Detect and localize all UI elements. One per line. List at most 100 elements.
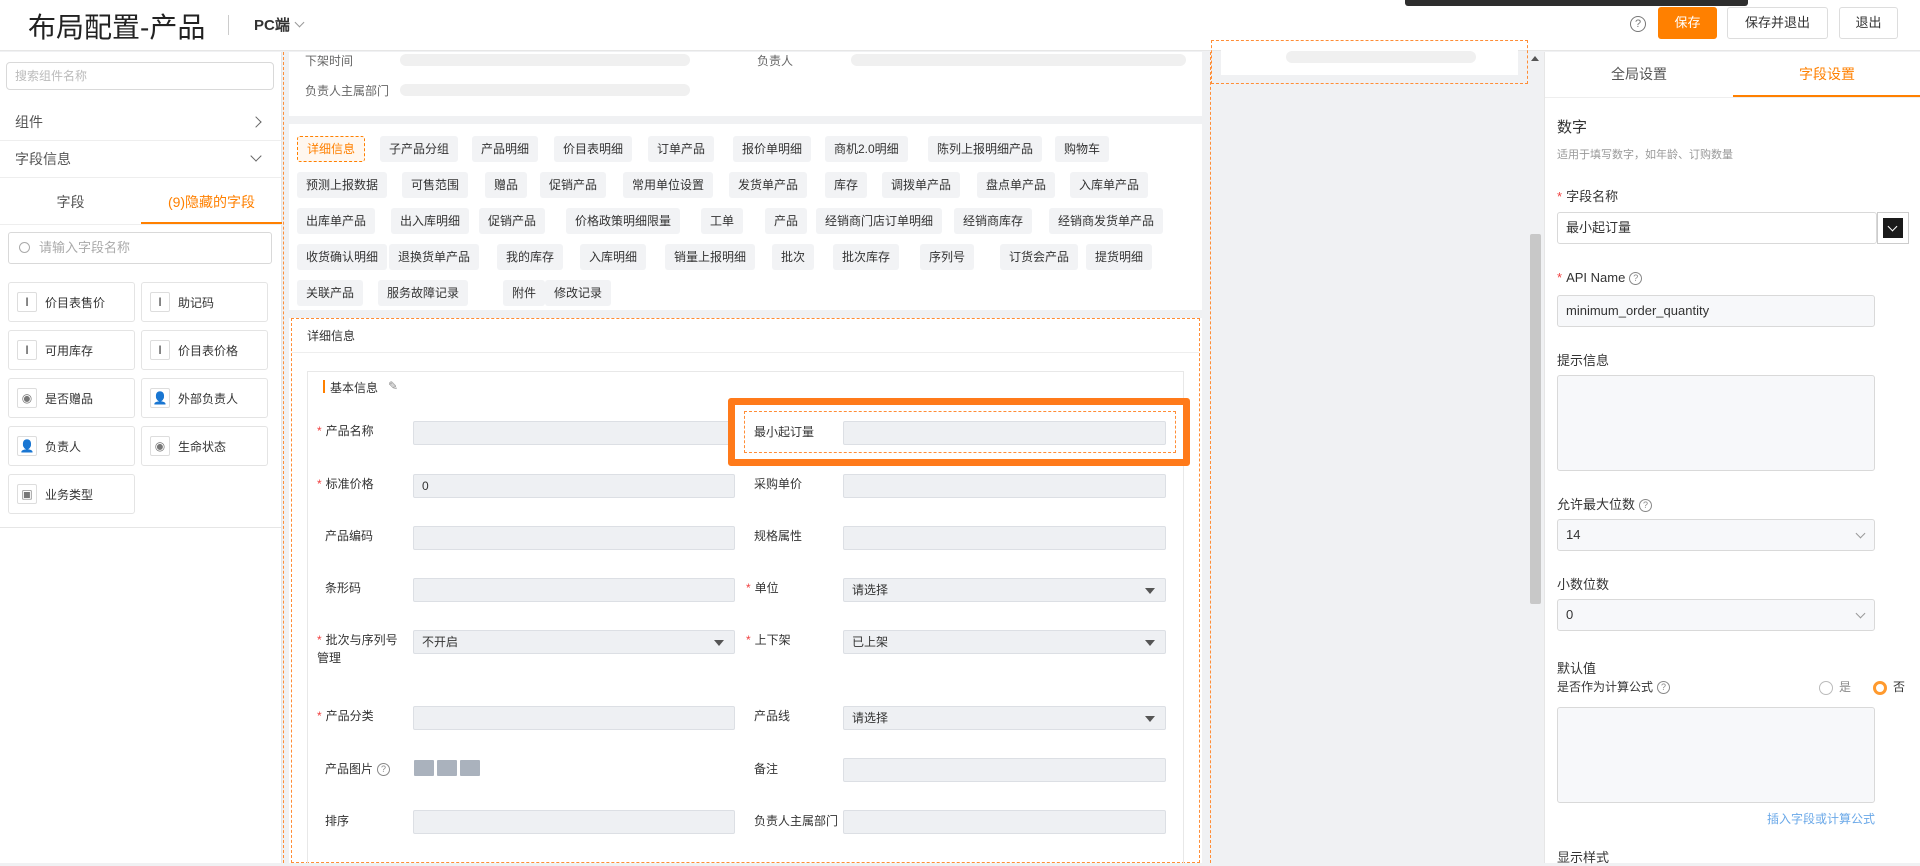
related-tab-tag[interactable]: 促销产品 — [540, 172, 607, 198]
related-tab-tag[interactable]: 预测上报数据 — [297, 172, 388, 198]
hint-textarea[interactable] — [1557, 375, 1875, 471]
edit-icon[interactable]: ✎ — [388, 379, 398, 393]
field-label-purchase-price: 采购单价 — [754, 477, 803, 491]
field-info-section[interactable]: 字段信息 — [0, 141, 282, 178]
related-tab-tag[interactable]: 收货确认明细 — [297, 244, 388, 270]
components-section-label: 组件 — [15, 114, 43, 130]
barcode-input[interactable] — [413, 578, 735, 602]
std-price-input[interactable]: 0 — [413, 474, 735, 498]
related-tab-tag[interactable]: 关联产品 — [297, 280, 364, 306]
field-label-barcode: 条形码 — [325, 581, 362, 595]
related-tab-tag[interactable]: 订货会产品 — [1000, 244, 1079, 270]
related-tab-tag[interactable]: 商机2.0明细 — [825, 136, 908, 162]
batch-select[interactable]: 不开启 — [413, 630, 735, 654]
default-value-textarea[interactable] — [1557, 707, 1875, 803]
product-code-input[interactable] — [413, 526, 735, 550]
decimals-select[interactable]: 0 — [1557, 599, 1875, 631]
related-tab-tag[interactable]: 详细信息 — [297, 136, 366, 162]
related-tab-tag[interactable]: 销量上报明细 — [665, 244, 756, 270]
related-tab-tag[interactable]: 促销产品 — [479, 208, 546, 234]
related-tab-tag[interactable]: 批次库存 — [833, 244, 900, 270]
field-info-section-label: 字段信息 — [15, 151, 71, 167]
field-name-input[interactable]: 最小起订量 — [1557, 212, 1877, 244]
purchase-price-input[interactable] — [843, 474, 1166, 498]
related-tab-tag[interactable]: 盘点单产品 — [977, 172, 1056, 198]
field-chip[interactable]: ◉ 生命状态 — [141, 426, 268, 466]
api-name-label: * API Name? — [1557, 270, 1643, 286]
related-tab-tag[interactable]: 提货明细 — [1086, 244, 1153, 270]
related-tab-tag[interactable]: 经销商发货单产品 — [1049, 208, 1164, 234]
related-tab-tag[interactable]: 产品明细 — [472, 136, 539, 162]
tab-hidden-fields[interactable]: (9)隐藏的字段 — [141, 182, 282, 224]
insert-formula-link[interactable]: 插入字段或计算公式 — [1767, 810, 1875, 827]
spec-input[interactable] — [843, 526, 1166, 550]
related-tab-tag[interactable]: 退换货单产品 — [389, 244, 480, 270]
unit-select[interactable]: 请选择 — [843, 578, 1166, 602]
related-tab-tag[interactable]: 价目表明细 — [554, 136, 633, 162]
canvas-scrollbar[interactable] — [1530, 234, 1541, 604]
tab-fields[interactable]: 字段 — [0, 182, 141, 224]
related-tab-tag[interactable]: 产品 — [765, 208, 808, 234]
related-tab-tag[interactable]: 子产品分组 — [380, 136, 459, 162]
component-search-input[interactable]: 搜索组件名称 — [6, 62, 274, 90]
field-chip[interactable]: I 可用库存 — [8, 330, 135, 370]
save-exit-button[interactable]: 保存并退出 — [1727, 7, 1828, 39]
related-tab-tag[interactable]: 发货单产品 — [729, 172, 808, 198]
sort-input[interactable] — [413, 810, 735, 834]
max-digits-select[interactable]: 14 — [1557, 519, 1875, 551]
image-placeholders[interactable] — [414, 760, 483, 779]
related-tab-tag[interactable]: 服务故障记录 — [378, 280, 469, 306]
related-tab-tag[interactable]: 经销商库存 — [954, 208, 1033, 234]
related-tab-tag[interactable]: 工单 — [701, 208, 744, 234]
related-tab-tag[interactable]: 出库单产品 — [297, 208, 376, 234]
radio-yes[interactable]: 是 — [1819, 678, 1851, 695]
related-tab-tag[interactable]: 订单产品 — [648, 136, 715, 162]
field-type-icon: I — [150, 292, 170, 312]
related-tab-tag[interactable]: 库存 — [825, 172, 868, 198]
related-tab-tag[interactable]: 我的库存 — [497, 244, 564, 270]
help-icon[interactable]: ? — [1630, 16, 1646, 32]
field-chip[interactable]: 👤 负责人 — [8, 426, 135, 466]
related-tab-tag[interactable]: 可售范围 — [402, 172, 469, 198]
device-selector[interactable]: PC端 — [254, 14, 305, 35]
related-tab-tag[interactable]: 陈列上报明细产品 — [928, 136, 1043, 162]
related-tab-tag[interactable]: 经销商门店订单明细 — [816, 208, 943, 234]
related-tab-tag[interactable]: 入库单产品 — [1070, 172, 1149, 198]
radio-icon — [1819, 680, 1833, 695]
color-picker-button[interactable] — [1877, 212, 1909, 244]
related-tab-tag[interactable]: 价格政策明细限量 — [566, 208, 681, 234]
related-tab-tag[interactable]: 调拨单产品 — [882, 172, 961, 198]
field-chip[interactable]: I 价目表价格 — [141, 330, 268, 370]
related-tab-tag[interactable]: 赠品 — [485, 172, 528, 198]
field-search-input[interactable]: 请输入字段名称 — [8, 232, 272, 264]
tab-global-settings[interactable]: 全局设置 — [1545, 52, 1733, 97]
related-tab-tag[interactable]: 出入库明细 — [391, 208, 470, 234]
field-chip[interactable]: ▣ 业务类型 — [8, 474, 135, 514]
save-button[interactable]: 保存 — [1658, 7, 1717, 39]
related-tab-tag[interactable]: 批次 — [772, 244, 815, 270]
field-chip[interactable]: ◉ 是否赠品 — [8, 378, 135, 418]
owner-dept-input[interactable] — [843, 810, 1166, 834]
related-tab-tag[interactable]: 附件 — [503, 280, 546, 306]
related-tab-tag[interactable]: 入库明细 — [580, 244, 647, 270]
related-tab-tag[interactable]: 常用单位设置 — [623, 172, 714, 198]
related-tab-tag[interactable]: 报价单明细 — [733, 136, 812, 162]
related-tab-tag[interactable]: 序列号 — [920, 244, 975, 270]
product-name-input[interactable] — [413, 421, 735, 445]
tab-field-settings[interactable]: 字段设置 — [1733, 52, 1920, 97]
related-tab-tag[interactable]: 购物车 — [1055, 136, 1110, 162]
field-chip[interactable]: I 价目表售价 — [8, 282, 135, 322]
related-tab-tag[interactable]: 修改记录 — [545, 280, 612, 306]
radio-no[interactable]: 否 — [1873, 678, 1905, 695]
scroll-up-arrow[interactable] — [1531, 56, 1539, 61]
components-section[interactable]: 组件 — [0, 104, 282, 141]
category-input[interactable] — [413, 706, 735, 730]
shelf-select[interactable]: 已上架 — [843, 630, 1166, 654]
field-chip[interactable]: I 助记码 — [141, 282, 268, 322]
field-chip[interactable]: 👤 外部负责人 — [141, 378, 268, 418]
product-line-select[interactable]: 请选择 — [843, 706, 1166, 730]
remark-input[interactable] — [843, 758, 1166, 782]
field-type-desc: 适用于填写数字，如年龄、订购数量 — [1557, 149, 1733, 161]
exit-button[interactable]: 退出 — [1839, 7, 1898, 39]
api-name-input[interactable]: minimum_order_quantity — [1557, 295, 1875, 327]
